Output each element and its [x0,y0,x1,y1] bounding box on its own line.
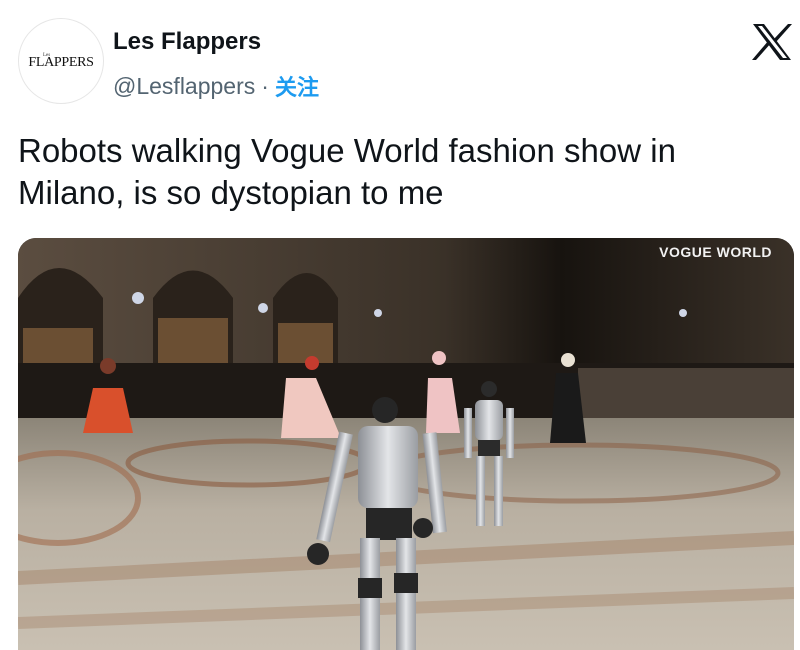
tweet-card: Les FLAPPERS Les Flappers @Lesflappers ·… [0,0,800,650]
author-handle-row: @Lesflappers · 关注 [113,70,319,102]
handle-separator: · [261,72,269,99]
tweet-text: Robots walking Vogue World fashion show … [18,130,788,214]
video-watermark: VOGUE WORLD [659,244,772,260]
follow-link[interactable]: 关注 [275,70,319,102]
author-display-name[interactable]: Les Flappers [113,28,261,56]
author-avatar[interactable]: Les FLAPPERS [18,18,104,104]
x-logo-icon[interactable] [750,22,794,62]
avatar-small-text: Les [43,53,51,58]
avatar-logo-text: FLAPPERS [28,55,94,70]
video-frame-image [18,238,794,650]
tweet-video[interactable]: VOGUE WORLD [18,238,794,650]
author-handle[interactable]: @Lesflappers [113,73,255,100]
tweet-text-line-1: Robots walking Vogue World fashion show … [18,132,676,169]
tweet-text-line-2: Milano, is so dystopian to me [18,174,444,211]
